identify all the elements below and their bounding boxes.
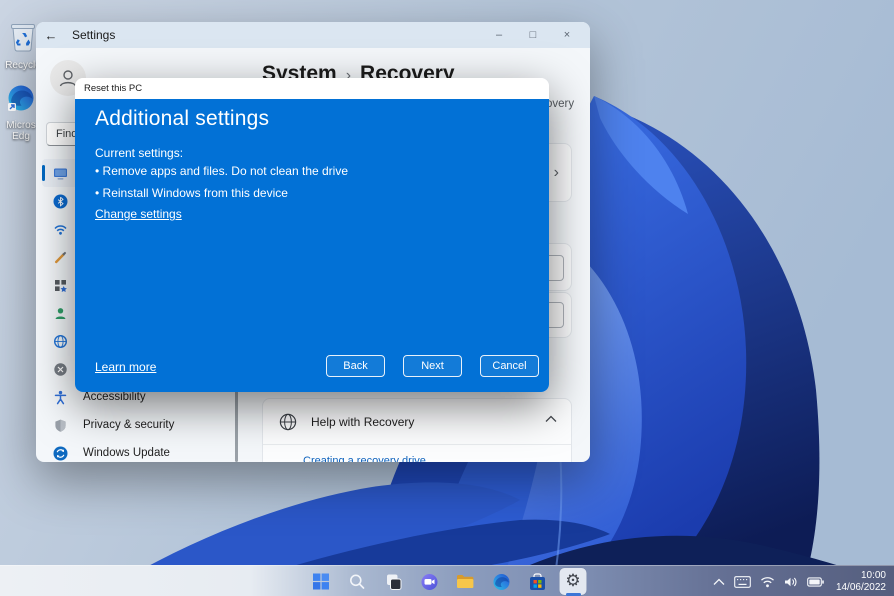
bluetooth-icon — [53, 194, 68, 209]
help-with-recovery-card: Help with Recovery Creating a recovery d… — [262, 398, 572, 462]
dialog-body: Additional settings Current settings: • … — [75, 99, 549, 392]
settings-window: ← Settings – □ × Find — [36, 22, 590, 462]
chat-button[interactable] — [416, 568, 443, 595]
battery-icon[interactable] — [807, 577, 824, 587]
selection-accent-bar — [42, 165, 45, 181]
time-language-icon — [53, 334, 68, 349]
tray-time: 10:00 — [836, 570, 886, 582]
tray-chevron-up-icon[interactable] — [713, 578, 725, 586]
apps-icon — [53, 278, 68, 293]
gear-icon: ⚙ — [565, 573, 580, 590]
edge-button[interactable] — [488, 568, 515, 595]
taskbar-center-icons: ⚙ — [308, 566, 587, 596]
system-icon — [53, 166, 68, 181]
microsoft-store-icon — [528, 573, 546, 591]
wifi-icon[interactable] — [760, 576, 775, 588]
dialog-heading: Additional settings — [95, 107, 269, 131]
next-button[interactable]: Next — [403, 355, 462, 377]
search-icon — [349, 573, 366, 590]
tray-date: 14/06/2022 — [836, 582, 886, 594]
setting-bullet: • Reinstall Windows from this device — [95, 186, 288, 200]
network-icon — [53, 222, 68, 237]
microsoft-store-button[interactable] — [524, 568, 551, 595]
recycle-bin-icon — [8, 20, 38, 52]
taskbar: ⚙ — [0, 565, 894, 596]
volume-icon[interactable] — [784, 576, 798, 588]
cancel-button[interactable]: Cancel — [480, 355, 539, 377]
task-view-button[interactable] — [380, 568, 407, 595]
sidebar-item-windows-update[interactable]: Windows Update — [42, 439, 238, 462]
globe-help-icon — [279, 413, 297, 431]
screen: Recycle Micros Edg ← Settings – □ — [0, 0, 894, 596]
window-titlebar: ← Settings – □ × — [36, 22, 590, 48]
windows-start-icon — [313, 573, 330, 590]
clipped-description-fragment: overy — [546, 98, 574, 110]
maximize-button[interactable]: □ — [516, 22, 550, 48]
help-section-title: Help with Recovery — [311, 415, 414, 429]
personalization-icon — [53, 250, 68, 265]
learn-more-link[interactable]: Learn more — [95, 360, 156, 374]
minimize-button[interactable]: – — [482, 22, 516, 48]
window-title: Settings — [72, 28, 115, 42]
change-settings-link[interactable]: Change settings — [95, 207, 182, 221]
dialog-title: Reset this PC — [84, 83, 142, 94]
start-button[interactable] — [308, 568, 335, 595]
windows-update-icon — [53, 446, 68, 461]
help-expander-header[interactable]: Help with Recovery — [263, 399, 571, 444]
close-button[interactable]: × — [550, 22, 584, 48]
edge-icon — [7, 84, 35, 112]
edge-icon — [492, 573, 510, 591]
task-view-icon — [384, 573, 402, 591]
chevron-right-icon: › — [554, 164, 559, 182]
sidebar-scrollbar[interactable] — [235, 390, 238, 462]
divider — [263, 444, 571, 445]
chat-icon — [420, 573, 438, 591]
search-button[interactable] — [344, 568, 371, 595]
file-explorer-button[interactable] — [452, 568, 479, 595]
privacy-security-icon — [53, 418, 68, 433]
file-explorer-icon — [456, 573, 475, 590]
settings-button[interactable]: ⚙ — [560, 568, 587, 595]
current-settings-label: Current settings: — [95, 146, 183, 160]
help-link[interactable]: Creating a recovery drive — [303, 455, 426, 462]
gaming-icon — [53, 362, 68, 377]
sidebar-item-privacy-security[interactable]: Privacy & security — [42, 411, 238, 439]
accessibility-icon — [53, 390, 68, 405]
clock[interactable]: 10:00 14/06/2022 — [836, 570, 886, 594]
back-button[interactable]: ← — [36, 28, 66, 43]
dialog-titlebar: Reset this PC — [75, 78, 549, 99]
chevron-up-icon — [545, 415, 557, 423]
touch-keyboard-icon[interactable] — [734, 576, 751, 588]
back-button[interactable]: Back — [326, 355, 385, 377]
system-tray: 10:00 14/06/2022 — [713, 566, 886, 596]
setting-bullet: • Remove apps and files. Do not clean th… — [95, 164, 348, 178]
reset-pc-dialog: Reset this PC Additional settings Curren… — [75, 78, 549, 392]
accounts-icon — [53, 306, 68, 321]
